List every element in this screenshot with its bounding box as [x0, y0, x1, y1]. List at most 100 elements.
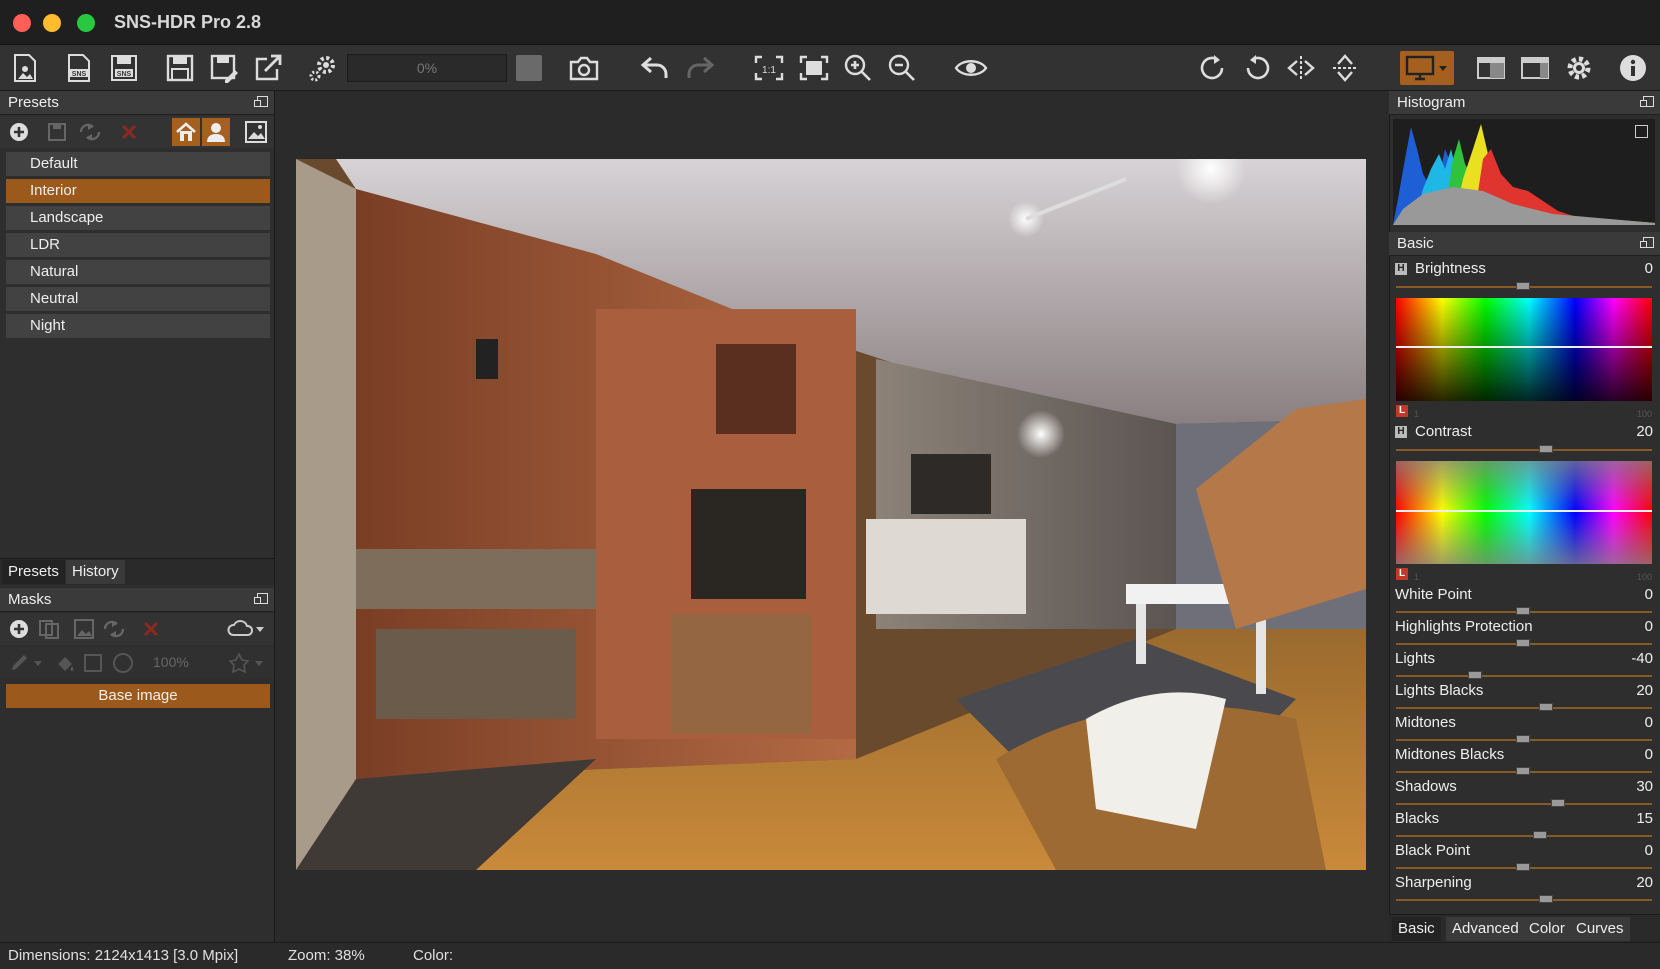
duplicate-mask-icon[interactable] — [38, 619, 60, 639]
midtones-value[interactable]: 0 — [1645, 714, 1653, 731]
rotate-ccw-button[interactable] — [1240, 51, 1274, 85]
histogram-toggle-checkbox[interactable] — [1635, 125, 1648, 138]
delete-mask-icon[interactable] — [142, 620, 160, 638]
preset-item-landscape[interactable]: Landscape — [6, 206, 270, 230]
lights-knob[interactable] — [1468, 671, 1482, 679]
star-dropdown-icon[interactable] — [229, 653, 267, 673]
highlights-protection-knob[interactable] — [1516, 639, 1530, 647]
save-as-button[interactable] — [207, 51, 241, 85]
new-image-button[interactable] — [10, 51, 40, 85]
mask-opacity[interactable]: 100% — [153, 654, 189, 670]
close-window-button[interactable] — [13, 14, 31, 32]
info-button[interactable] — [1616, 51, 1650, 85]
lights-blacks-track[interactable] — [1396, 707, 1652, 709]
midtones-blacks-knob[interactable] — [1516, 767, 1530, 775]
add-mask-icon[interactable] — [9, 619, 29, 639]
blacks-knob[interactable] — [1533, 831, 1547, 839]
zoom-window-button[interactable] — [77, 14, 95, 32]
lights-blacks-knob[interactable] — [1539, 703, 1553, 711]
brightness-l-marker[interactable]: L — [1396, 405, 1408, 417]
contrast-color-map[interactable] — [1396, 461, 1652, 564]
save-preset-icon[interactable] — [47, 122, 67, 142]
undock-icon[interactable] — [1640, 96, 1654, 107]
layout-split-button[interactable] — [1518, 51, 1552, 85]
lights-track[interactable] — [1396, 675, 1652, 677]
landscape-filter-icon[interactable] — [245, 121, 267, 143]
save-sns-button[interactable]: SNS — [107, 51, 141, 85]
tab-history[interactable]: History — [66, 560, 125, 584]
hdr-preview-image[interactable] — [296, 159, 1366, 870]
midtones-knob[interactable] — [1516, 735, 1530, 743]
fit-to-window-button[interactable] — [797, 51, 831, 85]
zoom-in-button[interactable] — [841, 51, 875, 85]
base-image-item[interactable]: Base image — [6, 684, 270, 708]
preset-item-neutral[interactable]: Neutral — [6, 287, 270, 311]
add-preset-icon[interactable] — [9, 122, 29, 142]
brightness-knob[interactable] — [1516, 282, 1530, 290]
preset-item-natural[interactable]: Natural — [6, 260, 270, 284]
preset-item-ldr[interactable]: LDR — [6, 233, 270, 257]
midtones-blacks-value[interactable]: 0 — [1645, 746, 1653, 763]
ellipse-icon[interactable] — [112, 653, 134, 673]
preset-item-interior[interactable]: Interior — [6, 179, 270, 203]
black-point-value[interactable]: 0 — [1645, 842, 1653, 859]
brightness-value[interactable]: 0 — [1645, 260, 1653, 277]
undock-icon[interactable] — [254, 593, 268, 604]
flip-horizontal-button[interactable] — [1284, 51, 1318, 85]
contrast-knob[interactable] — [1539, 445, 1553, 453]
display-mode-button[interactable] — [1400, 51, 1454, 85]
undo-button[interactable] — [638, 51, 672, 85]
tab-basic[interactable]: Basic — [1392, 917, 1441, 941]
brush-icon[interactable] — [9, 653, 43, 673]
contrast-track[interactable] — [1396, 449, 1652, 451]
shadows-track[interactable] — [1396, 803, 1652, 805]
settings-button[interactable] — [1562, 51, 1596, 85]
contrast-value[interactable]: 20 — [1636, 423, 1653, 440]
lights-value[interactable]: -40 — [1631, 650, 1653, 667]
sharpening-value[interactable]: 20 — [1636, 874, 1653, 891]
mask-image-icon[interactable] — [74, 619, 94, 639]
undock-icon[interactable] — [1640, 237, 1654, 248]
interior-filter-button[interactable] — [172, 118, 200, 146]
tab-color[interactable]: Color — [1523, 917, 1571, 941]
tab-curves[interactable]: Curves — [1570, 917, 1630, 941]
zoom-out-button[interactable] — [885, 51, 919, 85]
flip-vertical-button[interactable] — [1328, 51, 1362, 85]
sharpening-track[interactable] — [1396, 899, 1652, 901]
contrast-l-marker[interactable]: L — [1396, 568, 1408, 580]
highlights-protection-value[interactable]: 0 — [1645, 618, 1653, 635]
white-point-value[interactable]: 0 — [1645, 586, 1653, 603]
zoom-1to1-button[interactable]: 1:1 — [752, 51, 786, 85]
tab-presets[interactable]: Presets — [2, 560, 65, 584]
sync-mask-icon[interactable] — [102, 619, 126, 639]
process-button[interactable] — [306, 51, 340, 85]
tab-advanced[interactable]: Advanced — [1446, 917, 1525, 941]
snapshot-button[interactable] — [566, 51, 602, 85]
portrait-filter-button[interactable] — [202, 118, 230, 146]
save-button[interactable] — [163, 51, 197, 85]
undock-icon[interactable] — [254, 96, 268, 107]
open-sns-button[interactable]: SNS — [62, 51, 96, 85]
brightness-h-marker[interactable]: H — [1395, 263, 1407, 275]
shadows-value[interactable]: 30 — [1636, 778, 1653, 795]
preview-original-button[interactable] — [953, 51, 989, 85]
redo-button[interactable] — [683, 51, 717, 85]
rectangle-icon[interactable] — [84, 654, 102, 672]
lights-blacks-value[interactable]: 20 — [1636, 682, 1653, 699]
export-button[interactable] — [251, 51, 285, 85]
rotate-cw-button[interactable] — [1196, 51, 1230, 85]
white-point-knob[interactable] — [1516, 607, 1530, 615]
cloud-dropdown-icon[interactable] — [227, 620, 267, 638]
contrast-h-marker[interactable]: H — [1395, 426, 1407, 438]
layout-single-button[interactable] — [1474, 51, 1508, 85]
sharpening-knob[interactable] — [1539, 895, 1553, 903]
black-point-knob[interactable] — [1516, 863, 1530, 871]
blacks-track[interactable] — [1396, 835, 1652, 837]
preset-item-default[interactable]: Default — [6, 152, 270, 176]
delete-preset-icon[interactable] — [120, 123, 138, 141]
blacks-value[interactable]: 15 — [1636, 810, 1653, 827]
brightness-color-map[interactable] — [1396, 298, 1652, 401]
fill-icon[interactable] — [54, 652, 76, 674]
stop-button[interactable] — [516, 55, 542, 81]
shadows-knob[interactable] — [1551, 799, 1565, 807]
